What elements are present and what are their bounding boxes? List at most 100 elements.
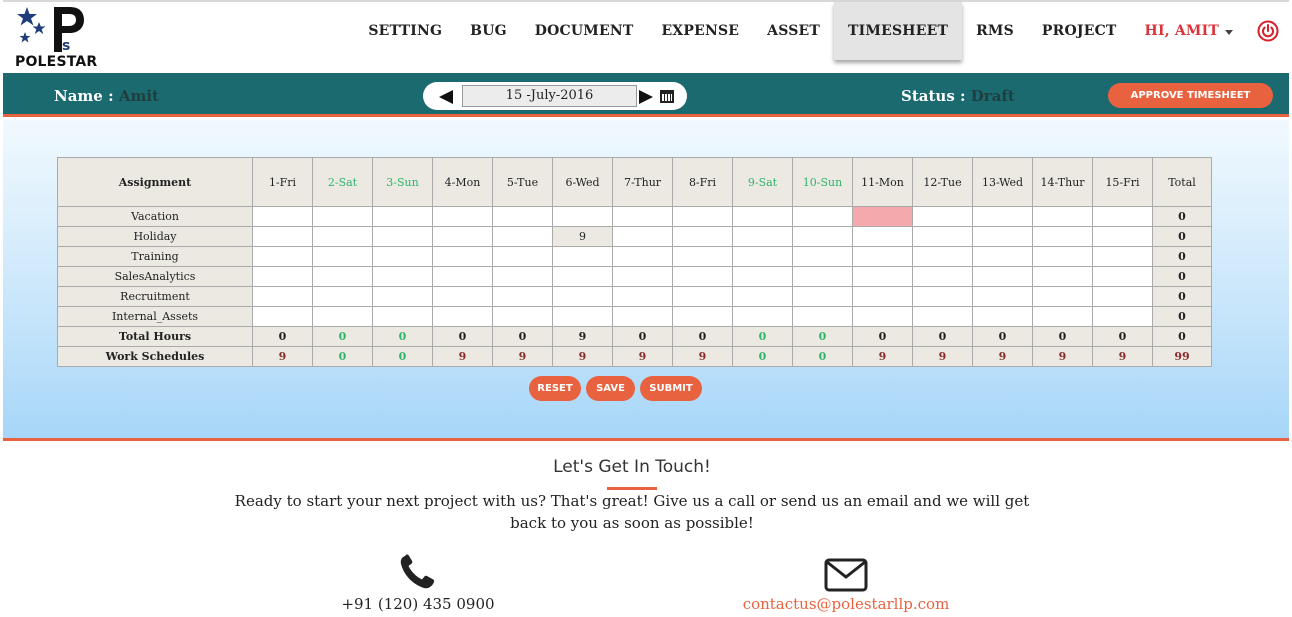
hours-cell[interactable]: 9	[552, 226, 613, 247]
hours-cell[interactable]	[432, 206, 493, 227]
hours-cell[interactable]	[612, 246, 673, 267]
hours-cell[interactable]	[372, 286, 433, 307]
hours-cell[interactable]	[912, 206, 973, 227]
submit-button[interactable]: SUBMIT	[640, 376, 702, 401]
hours-cell[interactable]	[252, 246, 313, 267]
nav-rms[interactable]: RMS	[962, 2, 1028, 60]
hours-cell[interactable]	[912, 266, 973, 287]
hours-cell[interactable]	[612, 306, 673, 327]
hours-cell[interactable]	[252, 306, 313, 327]
hours-cell[interactable]	[1092, 286, 1153, 307]
hours-cell[interactable]	[552, 266, 613, 287]
reset-button[interactable]: RESET	[529, 376, 581, 401]
hours-cell[interactable]	[972, 226, 1033, 247]
hours-cell[interactable]	[1032, 266, 1093, 287]
hours-cell[interactable]	[972, 206, 1033, 227]
hours-cell[interactable]	[552, 246, 613, 267]
hours-cell[interactable]	[312, 206, 373, 227]
hours-cell[interactable]	[252, 286, 313, 307]
hours-cell[interactable]	[972, 246, 1033, 267]
hours-cell[interactable]	[252, 206, 313, 227]
contact-email-link[interactable]: contactus@polestarllp.com	[736, 595, 956, 613]
hours-cell[interactable]	[612, 226, 673, 247]
calendar-icon[interactable]	[660, 90, 674, 103]
hours-cell[interactable]	[672, 306, 733, 327]
hours-cell[interactable]	[492, 306, 553, 327]
hours-cell[interactable]	[612, 206, 673, 227]
hours-cell[interactable]	[552, 286, 613, 307]
hours-cell[interactable]	[792, 306, 853, 327]
hours-cell[interactable]	[492, 206, 553, 227]
hours-cell[interactable]	[912, 246, 973, 267]
hours-cell[interactable]	[912, 226, 973, 247]
hours-cell[interactable]	[432, 286, 493, 307]
hours-cell[interactable]	[1032, 286, 1093, 307]
hours-cell[interactable]	[432, 226, 493, 247]
hours-cell[interactable]	[552, 306, 613, 327]
hours-cell[interactable]	[732, 246, 793, 267]
hours-cell[interactable]	[1092, 206, 1153, 227]
hours-cell[interactable]	[552, 206, 613, 227]
nav-expense[interactable]: EXPENSE	[647, 2, 753, 60]
hours-cell[interactable]	[252, 226, 313, 247]
hours-cell[interactable]	[312, 226, 373, 247]
nav-document[interactable]: DOCUMENT	[521, 2, 648, 60]
hours-cell[interactable]	[1092, 226, 1153, 247]
hours-cell[interactable]	[792, 206, 853, 227]
hours-cell[interactable]	[492, 226, 553, 247]
hours-cell[interactable]	[852, 286, 913, 307]
hours-cell[interactable]	[732, 306, 793, 327]
nav-setting[interactable]: SETTING	[354, 2, 456, 60]
hours-cell[interactable]	[1032, 246, 1093, 267]
save-button[interactable]: SAVE	[586, 376, 635, 401]
nav-timesheet[interactable]: TIMESHEET	[834, 2, 963, 60]
logout-button[interactable]	[1247, 2, 1289, 60]
user-menu[interactable]: HI, AMIT	[1131, 2, 1247, 60]
hours-cell[interactable]	[492, 266, 553, 287]
hours-cell[interactable]	[1032, 226, 1093, 247]
hours-cell[interactable]	[1032, 306, 1093, 327]
nav-asset[interactable]: ASSET	[753, 2, 834, 60]
hours-cell[interactable]	[672, 266, 733, 287]
next-period-icon[interactable]	[639, 90, 653, 104]
hours-cell[interactable]	[1092, 306, 1153, 327]
hours-cell[interactable]	[432, 246, 493, 267]
hours-cell[interactable]	[852, 306, 913, 327]
hours-cell[interactable]	[912, 306, 973, 327]
hours-cell[interactable]	[252, 266, 313, 287]
date-input[interactable]: 15 -July-2016	[462, 85, 637, 107]
hours-cell[interactable]	[912, 286, 973, 307]
hours-cell[interactable]	[432, 306, 493, 327]
hours-cell[interactable]	[1092, 246, 1153, 267]
hours-cell[interactable]	[492, 286, 553, 307]
hours-cell[interactable]	[1092, 266, 1153, 287]
hours-cell[interactable]	[612, 286, 673, 307]
hours-cell[interactable]	[672, 286, 733, 307]
hours-cell[interactable]	[792, 266, 853, 287]
hours-cell[interactable]	[732, 286, 793, 307]
hours-cell[interactable]	[372, 226, 433, 247]
hours-cell[interactable]	[792, 226, 853, 247]
hours-cell[interactable]	[672, 206, 733, 227]
hours-cell[interactable]	[852, 226, 913, 247]
hours-cell[interactable]	[312, 266, 373, 287]
hours-cell[interactable]	[852, 206, 913, 227]
hours-cell[interactable]	[792, 286, 853, 307]
approve-timesheet-button[interactable]: APPROVE TIMESHEET	[1108, 83, 1273, 108]
hours-cell[interactable]	[372, 266, 433, 287]
hours-cell[interactable]	[312, 246, 373, 267]
hours-cell[interactable]	[792, 246, 853, 267]
hours-cell[interactable]	[1032, 206, 1093, 227]
hours-cell[interactable]	[492, 246, 553, 267]
hours-cell[interactable]	[672, 226, 733, 247]
hours-cell[interactable]	[852, 266, 913, 287]
hours-cell[interactable]	[312, 306, 373, 327]
previous-period-icon[interactable]	[439, 90, 453, 104]
hours-cell[interactable]	[432, 266, 493, 287]
hours-cell[interactable]	[732, 226, 793, 247]
hours-cell[interactable]	[972, 306, 1033, 327]
hours-cell[interactable]	[372, 246, 433, 267]
hours-cell[interactable]	[372, 206, 433, 227]
nav-project[interactable]: PROJECT	[1028, 2, 1131, 60]
hours-cell[interactable]	[732, 266, 793, 287]
